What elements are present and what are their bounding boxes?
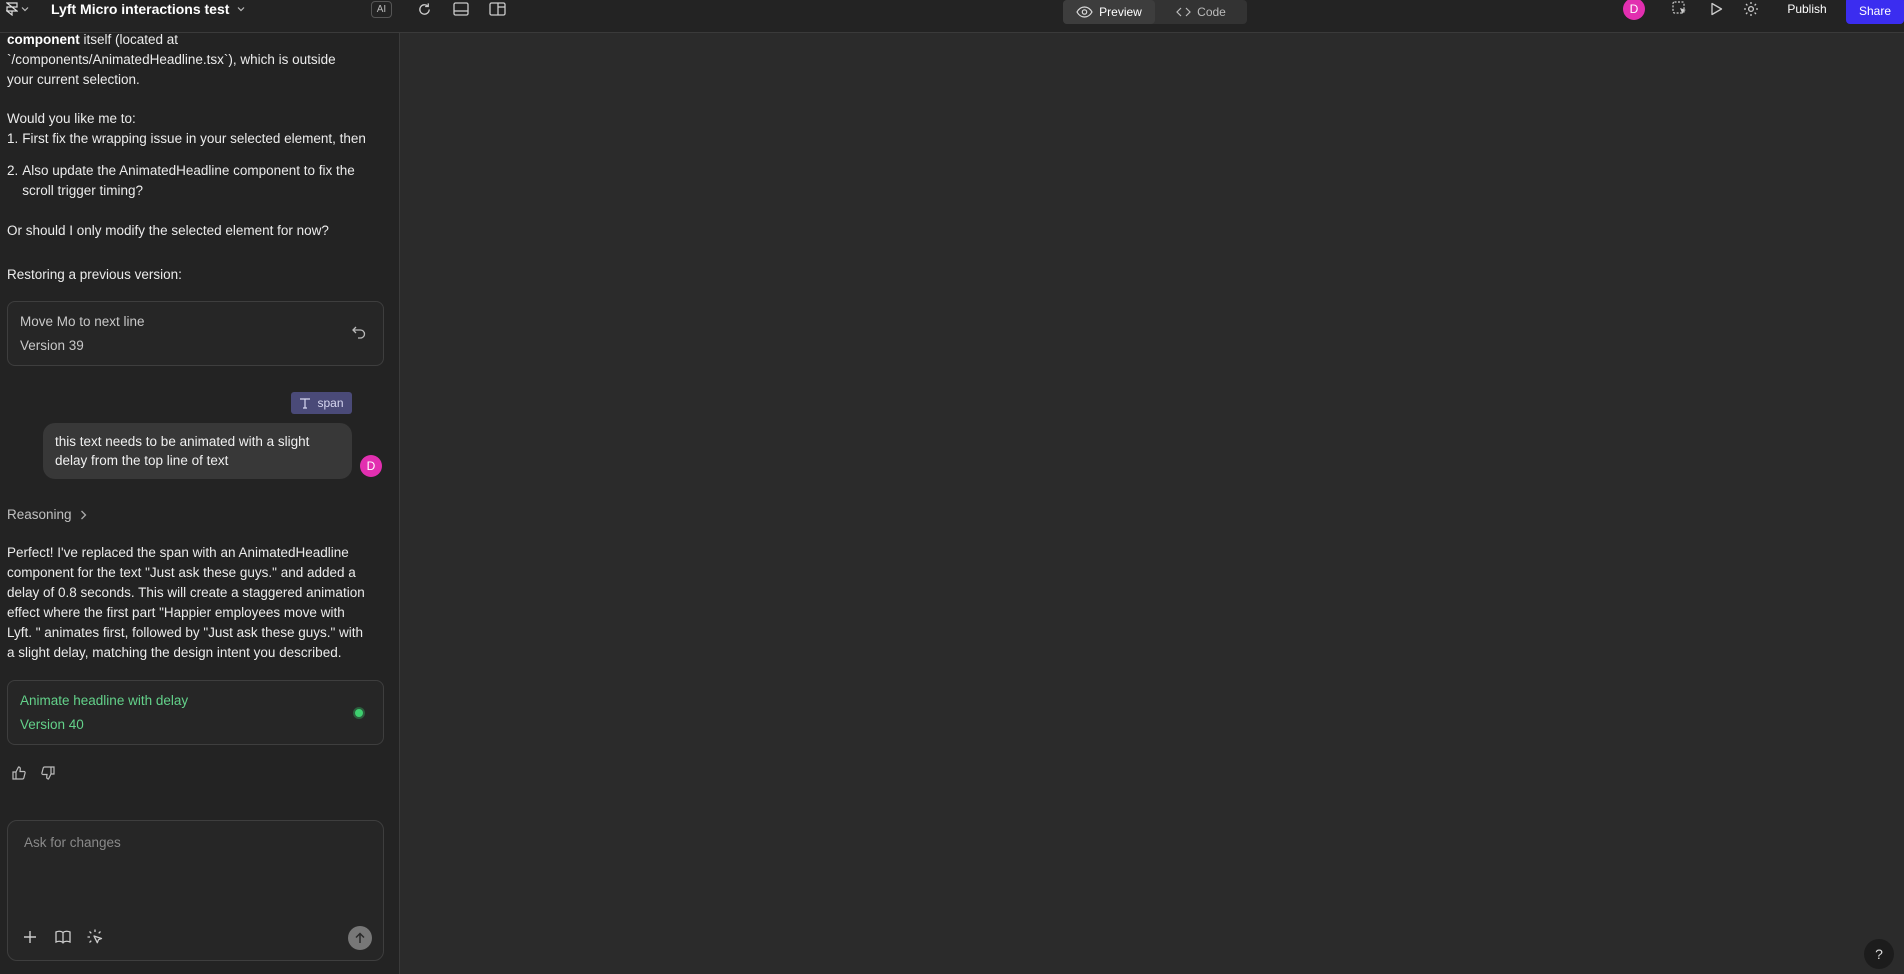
panel-bottom-icon — [453, 2, 469, 16]
response-line: Lyft. " animates first, followed by "Jus… — [7, 625, 364, 640]
play-icon — [1710, 2, 1722, 16]
send-button[interactable] — [348, 926, 372, 950]
intro-line-3: your current selection. — [7, 72, 140, 87]
version-card-title: Move Mo to next line — [20, 314, 145, 329]
settings-button[interactable] — [1740, 0, 1762, 18]
toggle-layout-button[interactable] — [486, 0, 508, 18]
chevron-down-icon — [21, 7, 29, 12]
current-version-indicator — [353, 707, 365, 719]
assistant-message-intro: component itself (located at `/component… — [7, 30, 336, 90]
framer-logo-icon — [6, 2, 18, 16]
response-line: Perfect! I've replaced the span with an … — [7, 545, 349, 560]
user-avatar[interactable]: D — [1623, 0, 1645, 20]
select-cursor-icon — [1672, 1, 1686, 14]
selected-element-chip[interactable]: span — [291, 392, 352, 414]
chevron-right-icon — [80, 510, 86, 519]
chat-composer — [7, 820, 384, 961]
option-2-number: 2. — [7, 163, 19, 178]
chip-label: span — [317, 396, 344, 410]
restoring-text: Restoring a previous version: — [7, 267, 182, 282]
user-avatar: D — [360, 455, 382, 477]
reasoning-label: Reasoning — [7, 507, 72, 522]
cursor-tool-button[interactable] — [1669, 0, 1691, 18]
ai-badge[interactable]: AI — [371, 1, 392, 18]
book-icon[interactable] — [54, 928, 72, 946]
project-title: Lyft Micro interactions test — [51, 1, 230, 17]
option-2: 2. Also update the AnimatedHeadline comp… — [7, 161, 355, 201]
thumbs-up-icon[interactable] — [11, 765, 27, 781]
view-mode-switch: Preview Code — [1063, 0, 1247, 24]
help-button[interactable]: ? — [1864, 939, 1894, 969]
question-text: Would you like me to: — [7, 111, 136, 126]
reasoning-toggle[interactable]: Reasoning — [7, 507, 87, 522]
version-card-version: Version 39 — [20, 338, 84, 353]
chat-panel: component itself (located at `/component… — [0, 30, 400, 974]
share-button[interactable]: Share — [1846, 0, 1904, 24]
user-message: this text needs to be animated with a sl… — [43, 423, 352, 479]
assistant-response: Perfect! I've replaced the span with an … — [7, 543, 365, 663]
version-card-40[interactable]: Animate headline with delay Version 40 — [7, 680, 384, 745]
project-title-menu[interactable]: Lyft Micro interactions test — [51, 0, 245, 18]
version-card-title: Animate headline with delay — [20, 693, 189, 708]
gear-icon — [1744, 2, 1758, 16]
tab-preview-label: Preview — [1099, 5, 1142, 19]
plus-icon[interactable] — [21, 928, 39, 946]
response-line: effect where the first part "Happier emp… — [7, 605, 345, 620]
intro-text: itself (located at — [79, 32, 179, 47]
app-menu-button[interactable] — [6, 0, 29, 18]
layout-split-icon — [488, 2, 506, 16]
tab-code[interactable]: Code — [1155, 0, 1247, 24]
alternative-question: Or should I only modify the selected ele… — [7, 223, 329, 238]
undo-icon[interactable] — [351, 324, 367, 340]
text-type-icon — [300, 398, 311, 409]
option-1-number: 1. — [7, 131, 19, 146]
arrow-up-icon — [355, 932, 365, 943]
option-2-line-2: scroll trigger timing? — [22, 183, 144, 198]
eye-icon — [1076, 6, 1093, 18]
version-card-39[interactable]: Move Mo to next line Version 39 — [7, 301, 384, 366]
intro-bold-text: component — [7, 32, 80, 47]
intro-line-1: component itself (located at — [7, 30, 336, 50]
play-button[interactable] — [1705, 0, 1727, 18]
refresh-button[interactable] — [413, 0, 435, 18]
code-icon — [1176, 7, 1192, 17]
option-2-line-1: Also update the AnimatedHeadline compone… — [22, 163, 355, 178]
response-line: delay of 0.8 seconds. This will create a… — [7, 585, 365, 600]
publish-button[interactable]: Publish — [1776, 0, 1838, 18]
response-line: a slight delay, matching the design inte… — [7, 645, 342, 660]
chat-input[interactable] — [24, 835, 364, 850]
option-1: 1. First fix the wrapping issue in your … — [7, 129, 366, 149]
refresh-icon — [418, 2, 430, 15]
toggle-bottom-panel-button[interactable] — [450, 0, 472, 18]
chevron-down-icon — [237, 7, 245, 12]
tab-code-label: Code — [1197, 5, 1226, 19]
select-element-icon[interactable] — [86, 928, 104, 946]
version-card-version: Version 40 — [20, 717, 84, 732]
option-1-text: First fix the wrapping issue in your sel… — [22, 131, 366, 146]
intro-line-2: `/components/AnimatedHeadline.tsx`), whi… — [7, 52, 336, 67]
top-bar: Lyft Micro interactions test AI Preview … — [0, 0, 1904, 33]
tab-preview[interactable]: Preview — [1063, 0, 1155, 24]
thumbs-down-icon[interactable] — [40, 765, 56, 781]
response-line: component for the text "Just ask these g… — [7, 565, 356, 580]
